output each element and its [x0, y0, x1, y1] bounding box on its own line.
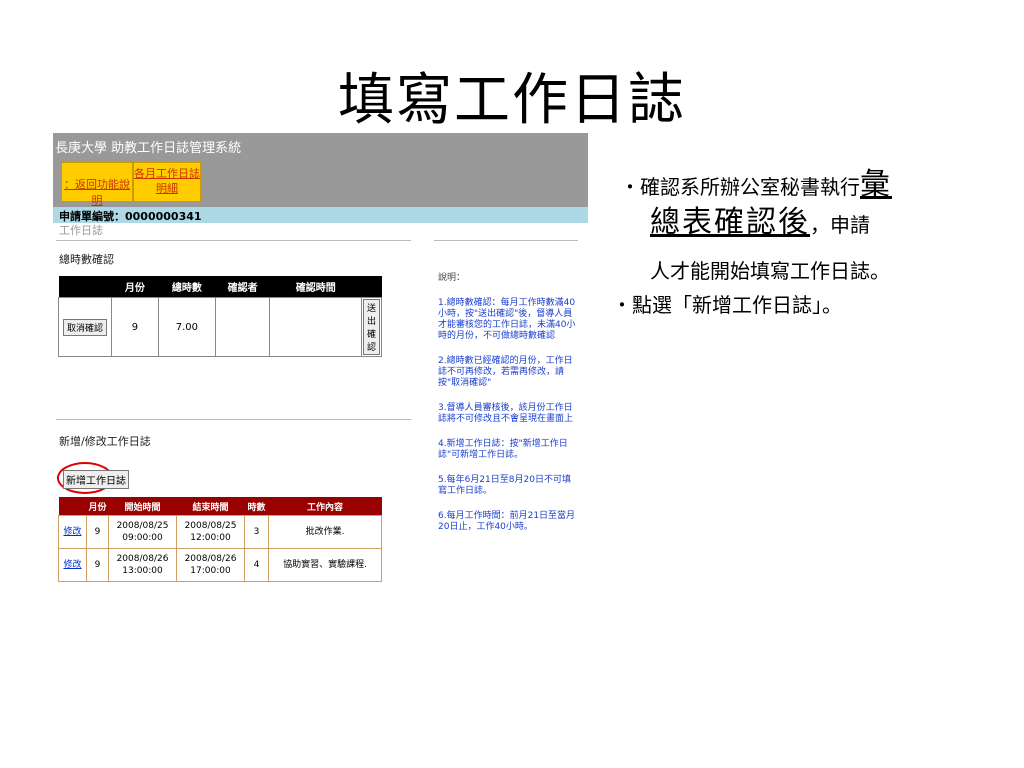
system-title: 長庚大學 助教工作日誌管理系統: [55, 141, 242, 156]
column-header: [361, 276, 382, 298]
edit-section-title: 新增/修改工作日誌: [59, 435, 151, 448]
bullet-1-line-2: 總表確認後，申請: [650, 206, 870, 242]
bullet-2: ‧點選「新增工作日誌」。: [612, 293, 842, 317]
table-header-row: 月份 開始時間 結束時間 時數 工作內容: [58, 497, 382, 516]
app-header: 長庚大學 助教工作日誌管理系統 ：返回功能說明 各月工作日誌明細: [53, 133, 588, 207]
end-time-cell: 2008/08/26 17:00:00: [176, 548, 245, 582]
column-header: 月份: [86, 497, 109, 516]
note-item: 1.總時數確認：每月工作時數滿40小時，按"送出確認"後，督導人員才能審核您的工…: [438, 298, 576, 341]
bullet-1-line-1: ‧確認系所辦公室秘書執行彙: [620, 168, 892, 204]
confirm-time-cell: [269, 297, 362, 357]
table-row: 修改 9 2008/08/25 09:00:00 2008/08/25 12:0…: [58, 515, 382, 549]
application-bar: 申請單編號：0000000341: [53, 207, 588, 223]
section-label: 工作日誌: [59, 224, 103, 237]
month-cell: 9: [110, 297, 159, 357]
monthly-log-detail-tab[interactable]: 各月工作日誌明細: [133, 162, 201, 202]
edit-link[interactable]: 修改: [63, 527, 81, 537]
work-log-table: 月份 開始時間 結束時間 時數 工作內容 修改 9 2008/08/25 09:…: [58, 497, 382, 582]
column-header: 確認者: [215, 276, 270, 298]
action-cell: 修改: [58, 515, 87, 549]
total-hours-cell: 7.00: [157, 297, 216, 357]
send-cell: 送出確認: [360, 297, 383, 357]
bullet-1-line-3: 人才能開始填寫工作日誌。: [650, 259, 890, 283]
back-to-help-tab[interactable]: ：返回功能說明: [61, 162, 133, 207]
highlight-circle: 新增工作日誌: [57, 462, 129, 494]
slide-title: 填寫工作日誌: [338, 68, 686, 133]
column-header: [58, 276, 112, 298]
notes-panel: 說明： 1.總時數確認：每月工作時數滿40小時，按"送出確認"後，督導人員才能審…: [438, 273, 578, 547]
application-number-value: 0000000341: [125, 210, 202, 223]
bullet-1-suffix: ，申請: [810, 213, 870, 237]
column-header: 時數: [244, 497, 269, 516]
content-cell: 批改作業.: [268, 515, 382, 549]
start-time-cell: 2008/08/26 13:00:00: [108, 548, 177, 582]
note-item: 2.總時數已經確認的月份，工作日誌不可再修改，若需再修改，請按"取消確認": [438, 356, 573, 388]
column-header: [58, 497, 87, 516]
column-header: 開始時間: [108, 497, 177, 516]
note-item: 6.每月工作時間：前月21日至當月20日止，工作40小時。: [438, 511, 576, 532]
cancel-confirm-button[interactable]: 取消確認: [62, 318, 107, 336]
table-header-row: 月份 總時數 確認者 確認時間: [58, 276, 382, 298]
hours-cell: 4: [244, 548, 269, 582]
divider: [56, 240, 411, 241]
action-cell: 修改: [58, 548, 87, 582]
hours-confirm-table: 月份 總時數 確認者 確認時間 取消確認 9 7.00 送出確認: [58, 276, 383, 357]
confirmer-cell: [214, 297, 271, 357]
note-item: 5.每年6月21日至8月20日不可填寫工作日誌。: [438, 475, 571, 496]
month-cell: 9: [86, 548, 109, 582]
cancel-cell: 取消確認: [58, 297, 112, 357]
notes-heading: 說明：: [438, 273, 466, 283]
edit-link[interactable]: 修改: [63, 560, 81, 570]
month-cell: 9: [86, 515, 109, 549]
column-header: 工作內容: [268, 497, 382, 516]
hours-cell: 3: [244, 515, 269, 549]
column-header: 結束時間: [176, 497, 245, 516]
app-screenshot: 長庚大學 助教工作日誌管理系統 ：返回功能說明 各月工作日誌明細 申請單編號：0…: [53, 133, 588, 593]
note-item: 3.督導人員審核後，該月份工作日誌將不可修改且不會呈現在畫面上: [438, 403, 574, 424]
bullet-1-prefix: ‧確認系所辦公室秘書執行: [620, 175, 860, 199]
start-time-cell: 2008/08/25 09:00:00: [108, 515, 177, 549]
column-header: 月份: [111, 276, 159, 298]
content-cell: 協助實習、實驗課程.: [268, 548, 382, 582]
end-time-cell: 2008/08/25 12:00:00: [176, 515, 245, 549]
divider: [56, 419, 411, 420]
table-row: 修改 9 2008/08/26 13:00:00 2008/08/26 17:0…: [58, 548, 382, 582]
bullet-1-emphasis-b: 總表確認後: [650, 205, 810, 240]
send-confirm-button[interactable]: 送出確認: [362, 299, 380, 355]
bullet-1-emphasis-a: 彙: [860, 167, 892, 202]
table-row: 取消確認 9 7.00 送出確認: [58, 297, 383, 357]
note-item: 4.新增工作日誌：按"新增工作日誌"可新增工作日誌。: [438, 439, 568, 460]
hours-confirm-title: 總時數確認: [59, 253, 114, 266]
column-header: 確認時間: [269, 276, 362, 298]
column-header: 總時數: [158, 276, 216, 298]
new-log-button[interactable]: 新增工作日誌: [63, 470, 129, 489]
divider: [434, 240, 578, 241]
